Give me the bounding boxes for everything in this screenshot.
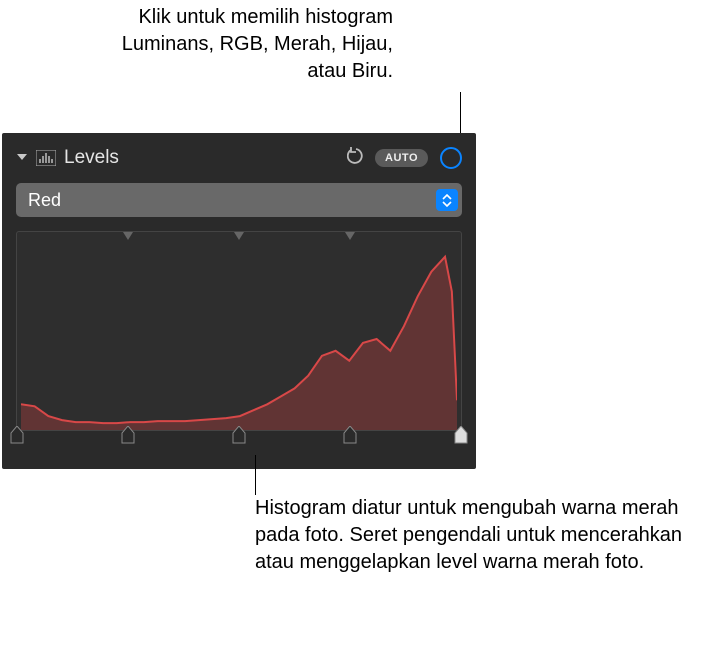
panel-header: Levels AUTO xyxy=(16,143,462,173)
levels-handle[interactable] xyxy=(232,426,246,444)
reset-icon[interactable] xyxy=(347,147,365,170)
levels-handle[interactable] xyxy=(121,426,135,444)
panel-title: Levels xyxy=(64,147,341,169)
channel-dropdown[interactable]: Red xyxy=(16,183,462,217)
histogram-chart xyxy=(21,242,457,430)
levels-panel: Levels AUTO Red xyxy=(2,133,476,469)
callout-bottom-text: Histogram diatur untuk mengubah warna me… xyxy=(255,495,705,576)
levels-handle[interactable] xyxy=(343,426,357,444)
levels-handle[interactable] xyxy=(10,426,24,444)
channel-dropdown-label: Red xyxy=(28,190,436,211)
histogram-container xyxy=(16,231,462,431)
top-tick[interactable] xyxy=(234,232,244,240)
callout-bottom-line xyxy=(255,455,256,495)
toggle-circle[interactable] xyxy=(440,147,462,169)
bottom-handles xyxy=(17,426,461,444)
levels-handle[interactable] xyxy=(454,426,468,444)
top-tick[interactable] xyxy=(345,232,355,240)
auto-button[interactable]: AUTO xyxy=(375,149,428,167)
callout-top-text: Klik untuk memilih histogram Luminans, R… xyxy=(108,4,393,85)
top-tick[interactable] xyxy=(123,232,133,240)
levels-icon xyxy=(36,150,56,166)
disclosure-triangle-icon[interactable] xyxy=(16,151,30,166)
top-ticks xyxy=(17,232,461,242)
dropdown-arrows-icon xyxy=(436,189,458,211)
